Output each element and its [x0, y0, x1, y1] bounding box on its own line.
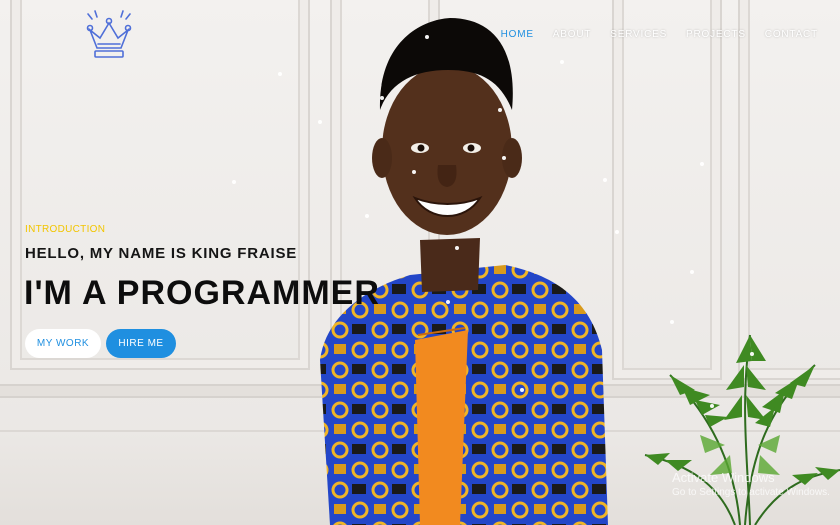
wall-panel [10, 0, 310, 370]
activate-windows-subtitle: Go to Settings to activate Windows. [672, 487, 830, 498]
hello-heading: HELLO, MY NAME IS KING FRAISE [25, 245, 298, 262]
main-nav: HOME ABOUT SERVICES PROJECTS CONTACT [482, 29, 818, 40]
nav-services[interactable]: SERVICES [610, 29, 667, 40]
my-work-button[interactable]: MY WORK [25, 329, 101, 358]
intro-label: INTRODUCTION [25, 224, 106, 235]
nav-contact[interactable]: CONTACT [765, 29, 818, 40]
nav-projects[interactable]: PROJECTS [686, 29, 746, 40]
nav-about[interactable]: ABOUT [553, 29, 591, 40]
hire-me-button[interactable]: HIRE ME [106, 329, 176, 358]
activate-windows-title: Activate Windows [672, 470, 775, 485]
nav-home[interactable]: HOME [501, 29, 534, 40]
crown-icon[interactable] [82, 8, 136, 66]
profile-photo [320, 18, 608, 525]
role-heading: I'M A PROGRAMMER [24, 274, 380, 312]
